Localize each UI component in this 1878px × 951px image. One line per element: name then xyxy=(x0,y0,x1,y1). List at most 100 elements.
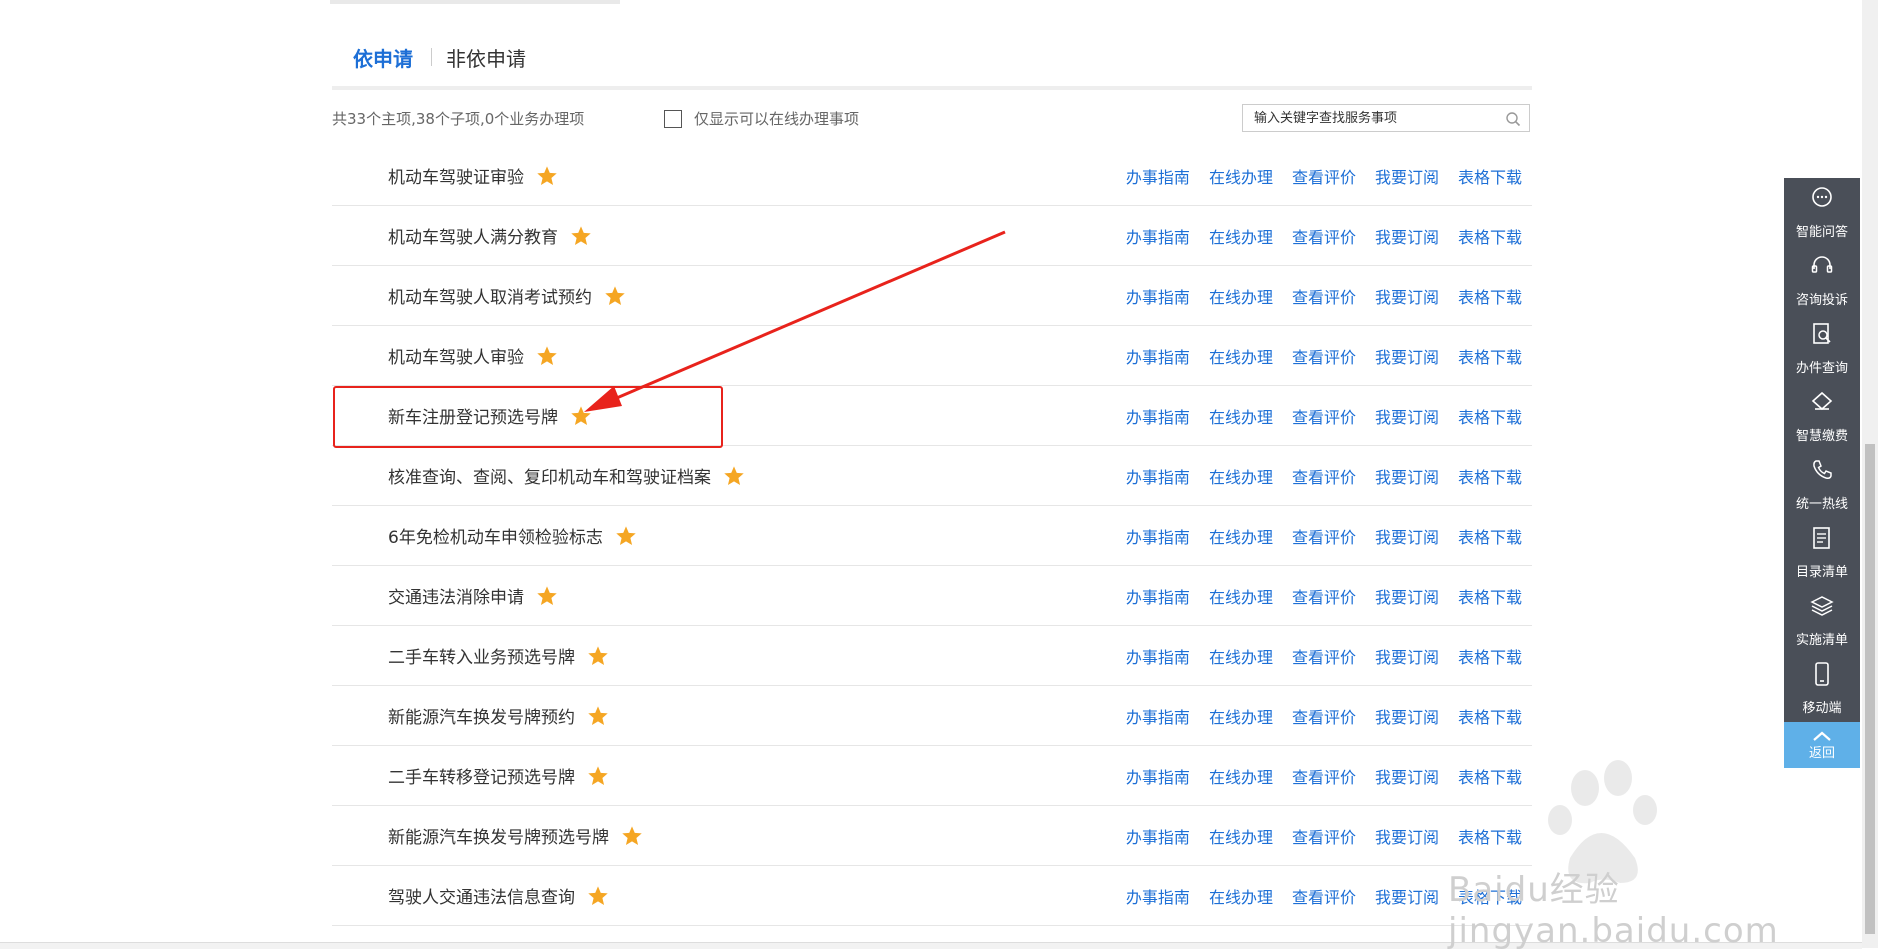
subscribe-link[interactable]: 我要订阅 xyxy=(1375,224,1439,248)
sidebar-item-payment[interactable]: 智慧缴费 xyxy=(1784,382,1860,450)
online-handle-link[interactable]: 在线办理 xyxy=(1209,284,1273,308)
online-handle-link[interactable]: 在线办理 xyxy=(1209,884,1273,908)
sidebar-item-label: 办件查询 xyxy=(1795,360,1848,376)
online-handle-link[interactable]: 在线办理 xyxy=(1209,344,1273,368)
service-row: 核准查询、查阅、复印机动车和驾驶证档案 办事指南 在线办理 查看评价 我要订阅 表格下载 xyxy=(332,446,1532,506)
form-download-link[interactable]: 表格下载 xyxy=(1458,224,1522,248)
form-download-link[interactable]: 表格下载 xyxy=(1458,464,1522,488)
online-only-checkbox[interactable] xyxy=(664,109,682,128)
service-row: 新能源汽车换发号牌预选号牌 办事指南 在线办理 查看评价 我要订阅 表格下载 xyxy=(332,806,1532,866)
sidebar-item-chat[interactable]: 智能问答 xyxy=(1784,178,1860,246)
service-name[interactable]: 6年免检机动车申领检验标志 xyxy=(388,523,603,548)
subscribe-link[interactable]: 我要订阅 xyxy=(1375,164,1439,188)
view-reviews-link[interactable]: 查看评价 xyxy=(1292,344,1356,368)
guide-link[interactable]: 办事指南 xyxy=(1126,644,1190,668)
online-handle-link[interactable]: 在线办理 xyxy=(1209,764,1273,788)
form-download-link[interactable]: 表格下载 xyxy=(1458,644,1522,668)
subscribe-link[interactable]: 我要订阅 xyxy=(1375,764,1439,788)
guide-link[interactable]: 办事指南 xyxy=(1126,224,1190,248)
right-float-toolbar: 智能问答 咨询投诉 办件查询 智慧缴费 统一热线 目录清单 实施清单 移动端 返回 xyxy=(1784,178,1860,768)
form-download-link[interactable]: 表格下载 xyxy=(1458,284,1522,308)
subscribe-link[interactable]: 我要订阅 xyxy=(1375,344,1439,368)
service-name[interactable]: 机动车驾驶人满分教育 xyxy=(388,223,558,248)
guide-link[interactable]: 办事指南 xyxy=(1126,464,1190,488)
guide-link[interactable]: 办事指南 xyxy=(1126,584,1190,608)
sidebar-item-headset[interactable]: 咨询投诉 xyxy=(1784,246,1860,314)
guide-link[interactable]: 办事指南 xyxy=(1126,764,1190,788)
view-reviews-link[interactable]: 查看评价 xyxy=(1292,644,1356,668)
row-actions: 办事指南 在线办理 查看评价 我要订阅 表格下载 xyxy=(1107,404,1522,428)
subscribe-link[interactable]: 我要订阅 xyxy=(1375,704,1439,728)
view-reviews-link[interactable]: 查看评价 xyxy=(1292,764,1356,788)
subscribe-link[interactable]: 我要订阅 xyxy=(1375,824,1439,848)
guide-link[interactable]: 办事指南 xyxy=(1126,344,1190,368)
service-name[interactable]: 二手车转入业务预选号牌 xyxy=(388,643,575,668)
sidebar-item-catalog[interactable]: 目录清单 xyxy=(1784,518,1860,586)
view-reviews-link[interactable]: 查看评价 xyxy=(1292,464,1356,488)
online-handle-link[interactable]: 在线办理 xyxy=(1209,824,1273,848)
subscribe-link[interactable]: 我要订阅 xyxy=(1375,464,1439,488)
service-row: 二手车转入业务预选号牌 办事指南 在线办理 查看评价 我要订阅 表格下载 xyxy=(332,626,1532,686)
scrollbar[interactable] xyxy=(1862,0,1878,948)
service-name[interactable]: 新能源汽车换发号牌预约 xyxy=(388,703,575,728)
view-reviews-link[interactable]: 查看评价 xyxy=(1292,524,1356,548)
view-reviews-link[interactable]: 查看评价 xyxy=(1292,404,1356,428)
service-name[interactable]: 驾驶人交通违法信息查询 xyxy=(388,883,575,908)
guide-link[interactable]: 办事指南 xyxy=(1126,704,1190,728)
sidebar-item-layers[interactable]: 实施清单 xyxy=(1784,586,1860,654)
guide-link[interactable]: 办事指南 xyxy=(1126,284,1190,308)
service-name[interactable]: 核准查询、查阅、复印机动车和驾驶证档案 xyxy=(388,463,711,488)
scrollbar-thumb[interactable] xyxy=(1865,444,1875,934)
view-reviews-link[interactable]: 查看评价 xyxy=(1292,884,1356,908)
sidebar-item-mobile[interactable]: 移动端 xyxy=(1784,654,1860,722)
service-name[interactable]: 机动车驾驶证审验 xyxy=(388,163,524,188)
star-icon xyxy=(587,765,609,787)
form-download-link[interactable]: 表格下载 xyxy=(1458,164,1522,188)
guide-link[interactable]: 办事指南 xyxy=(1126,884,1190,908)
row-actions: 办事指南 在线办理 查看评价 我要订阅 表格下载 xyxy=(1107,344,1522,368)
document-search-icon xyxy=(1809,321,1835,357)
service-name[interactable]: 二手车转移登记预选号牌 xyxy=(388,763,575,788)
online-handle-link[interactable]: 在线办理 xyxy=(1209,464,1273,488)
filter-bar: 共33个主项,38个子项,0个业务办理项 仅显示可以在线办理事项 xyxy=(332,104,1532,134)
search-icon[interactable] xyxy=(1505,111,1521,127)
subscribe-link[interactable]: 我要订阅 xyxy=(1375,284,1439,308)
service-name[interactable]: 机动车驾驶人取消考试预约 xyxy=(388,283,592,308)
guide-link[interactable]: 办事指南 xyxy=(1126,824,1190,848)
subscribe-link[interactable]: 我要订阅 xyxy=(1375,644,1439,668)
view-reviews-link[interactable]: 查看评价 xyxy=(1292,584,1356,608)
tab-non-application[interactable]: 非依申请 xyxy=(446,43,526,72)
online-handle-link[interactable]: 在线办理 xyxy=(1209,584,1273,608)
subscribe-link[interactable]: 我要订阅 xyxy=(1375,884,1439,908)
sidebar-item-document-search[interactable]: 办件查询 xyxy=(1784,314,1860,382)
service-name[interactable]: 机动车驾驶人审验 xyxy=(388,343,524,368)
subscribe-link[interactable]: 我要订阅 xyxy=(1375,524,1439,548)
online-handle-link[interactable]: 在线办理 xyxy=(1209,704,1273,728)
form-download-link[interactable]: 表格下载 xyxy=(1458,584,1522,608)
online-handle-link[interactable]: 在线办理 xyxy=(1209,524,1273,548)
form-download-link[interactable]: 表格下载 xyxy=(1458,404,1522,428)
tab-on-application[interactable]: 依申请 xyxy=(353,43,413,72)
guide-link[interactable]: 办事指南 xyxy=(1126,164,1190,188)
guide-link[interactable]: 办事指南 xyxy=(1126,404,1190,428)
online-handle-link[interactable]: 在线办理 xyxy=(1209,164,1273,188)
sidebar-item-phone[interactable]: 统一热线 xyxy=(1784,450,1860,518)
subscribe-link[interactable]: 我要订阅 xyxy=(1375,584,1439,608)
form-download-link[interactable]: 表格下载 xyxy=(1458,704,1522,728)
form-download-link[interactable]: 表格下载 xyxy=(1458,344,1522,368)
view-reviews-link[interactable]: 查看评价 xyxy=(1292,824,1356,848)
view-reviews-link[interactable]: 查看评价 xyxy=(1292,164,1356,188)
view-reviews-link[interactable]: 查看评价 xyxy=(1292,284,1356,308)
online-handle-link[interactable]: 在线办理 xyxy=(1209,404,1273,428)
guide-link[interactable]: 办事指南 xyxy=(1126,524,1190,548)
service-name[interactable]: 新能源汽车换发号牌预选号牌 xyxy=(388,823,609,848)
online-handle-link[interactable]: 在线办理 xyxy=(1209,224,1273,248)
online-only-filter[interactable]: 仅显示可以在线办理事项 xyxy=(664,108,859,129)
view-reviews-link[interactable]: 查看评价 xyxy=(1292,704,1356,728)
form-download-link[interactable]: 表格下载 xyxy=(1458,524,1522,548)
view-reviews-link[interactable]: 查看评价 xyxy=(1292,224,1356,248)
subscribe-link[interactable]: 我要订阅 xyxy=(1375,404,1439,428)
online-handle-link[interactable]: 在线办理 xyxy=(1209,644,1273,668)
search-input[interactable] xyxy=(1252,109,1506,127)
service-name[interactable]: 交通违法消除申请 xyxy=(388,583,524,608)
